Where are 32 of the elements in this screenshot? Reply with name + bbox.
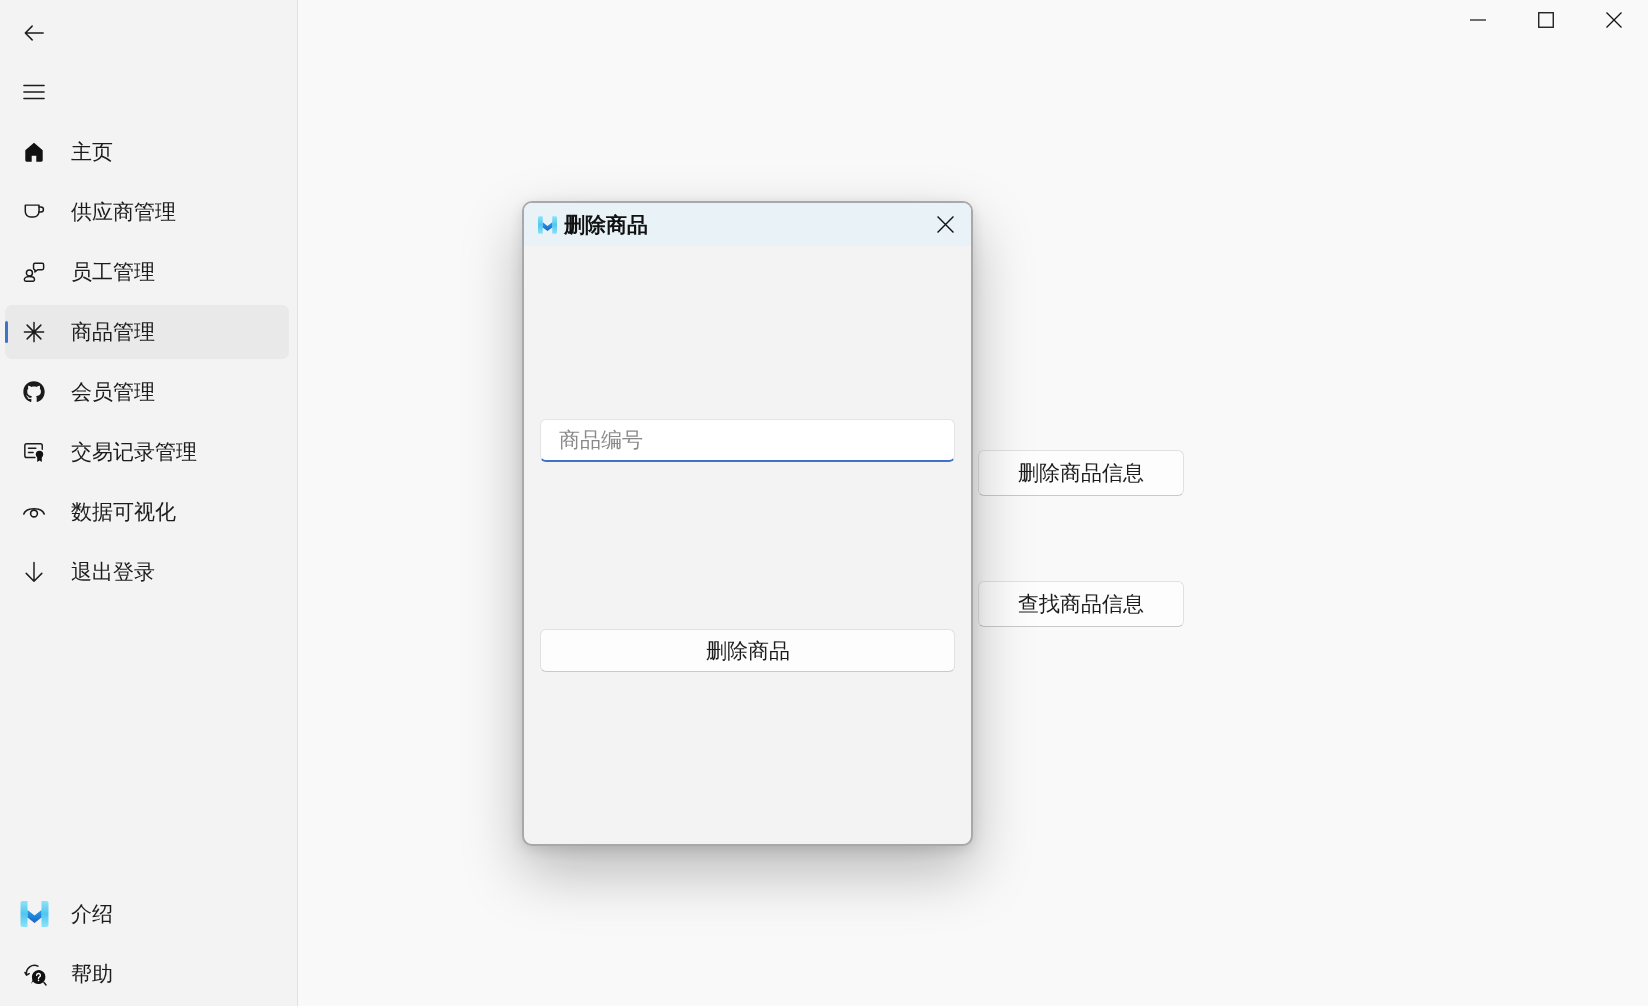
asterisk-icon [23, 321, 45, 343]
close-icon [1606, 12, 1622, 28]
nav-item[interactable]: 帮助 [5, 947, 289, 1001]
action-button[interactable]: 删除商品信息 [978, 450, 1184, 496]
logo-icon [538, 215, 557, 234]
cat-logo-icon [23, 381, 45, 403]
nav-item[interactable]: 员工管理 [5, 245, 289, 299]
menu-icon [23, 83, 45, 101]
minimize-icon [1470, 19, 1486, 21]
maximize-icon [1538, 12, 1554, 28]
nav-item[interactable]: 主页 [5, 125, 289, 179]
logo-icon [20, 901, 49, 927]
nav-item[interactable]: 退出登录 [5, 545, 289, 599]
nav-item[interactable]: 供应商管理 [5, 185, 289, 239]
down-arrow-icon [23, 561, 45, 583]
back-arrow-icon [23, 22, 45, 44]
close-icon [936, 216, 954, 233]
selection-indicator [5, 321, 8, 343]
nav-item[interactable]: 数据可视化 [5, 485, 289, 539]
nav-item[interactable]: 介绍 [5, 887, 289, 941]
help-icon [23, 962, 47, 986]
input-field[interactable]: 商品编号 [540, 419, 955, 462]
nav-item[interactable]: 交易记录管理 [5, 425, 289, 479]
action-button[interactable]: 查找商品信息 [978, 581, 1184, 627]
certificate-icon [23, 441, 45, 463]
person-chat-icon [23, 261, 45, 283]
home-icon [23, 141, 45, 163]
delete-button[interactable]: 删除商品 [540, 629, 955, 672]
nav-item[interactable]: 会员管理 [5, 365, 289, 419]
dialog-title: 删除商品 [564, 211, 648, 239]
nav-item[interactable]: 商品管理 [5, 305, 289, 359]
eye-icon [23, 506, 45, 518]
